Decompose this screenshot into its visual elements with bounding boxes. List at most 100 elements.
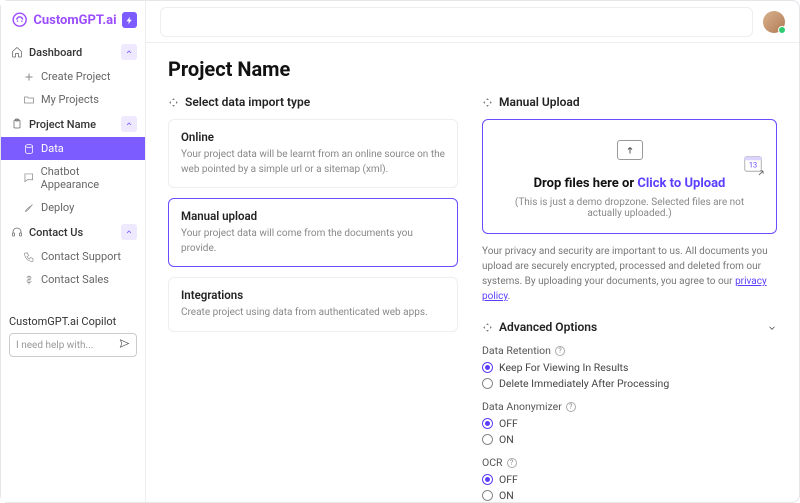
nav-group-project[interactable]: Project Name	[1, 111, 145, 137]
nav-item-contact-sales[interactable]: Contact Sales	[1, 268, 145, 291]
chevron-up-icon	[121, 44, 137, 60]
copilot-title: CustomGPT.ai Copilot	[9, 315, 137, 328]
topbar-search[interactable]	[160, 7, 753, 37]
privacy-text: Your privacy and security are important …	[482, 246, 768, 287]
main: Project Name Select data import type Onl…	[146, 1, 799, 502]
radio-ocr-off[interactable]: OFF	[482, 473, 777, 486]
nav-item-data[interactable]: Data	[1, 137, 145, 160]
radio-anonymizer-off[interactable]: OFF	[482, 417, 777, 430]
nav: Dashboard Create Project My Projects	[1, 39, 145, 291]
radio-icon	[482, 490, 493, 501]
lightning-icon[interactable]	[122, 12, 137, 28]
nav-item-chatbot-appearance[interactable]: Chatbot Appearance	[1, 160, 145, 196]
import-card-online[interactable]: Online Your project data will be learnt …	[168, 119, 458, 188]
help-icon[interactable]: ?	[555, 346, 565, 356]
import-card-manual-desc: Your project data will come from the doc…	[181, 227, 445, 256]
chevron-up-icon	[121, 116, 137, 132]
sidebar: CustomGPT.ai Dashboard Create Proje	[1, 1, 146, 502]
folder-icon	[23, 94, 35, 106]
nav-item-contact-sales-label: Contact Sales	[41, 273, 109, 286]
import-card-manual[interactable]: Manual upload Your project data will com…	[168, 198, 458, 267]
nav-item-contact-support[interactable]: Contact Support	[1, 245, 145, 268]
radio-retention-delete[interactable]: Delete Immediately After Processing	[482, 377, 777, 390]
upload-heading-text: Manual Upload	[499, 95, 580, 109]
radio-ocr-on[interactable]: ON	[482, 489, 777, 502]
page-title: Project Name	[146, 57, 799, 95]
content: Project Name Select data import type Onl…	[146, 43, 799, 502]
nav-group-dashboard[interactable]: Dashboard	[1, 39, 145, 65]
nav-item-contact-support-label: Contact Support	[41, 250, 121, 263]
import-type-column: Select data import type Online Your proj…	[168, 95, 458, 502]
radio-icon	[482, 378, 493, 389]
data-anonymizer-label: Data Anonymizer	[482, 400, 562, 413]
clipboard-icon	[11, 118, 23, 130]
radio-anonymizer-off-label: OFF	[499, 417, 518, 430]
dropzone[interactable]: Drop files here or Click to Upload (This…	[482, 119, 777, 234]
import-card-online-desc: Your project data will be learnt from an…	[181, 148, 445, 177]
nav-item-chatbot-appearance-label: Chatbot Appearance	[41, 165, 137, 191]
nav-item-my-projects-label: My Projects	[41, 93, 99, 106]
import-type-heading-text: Select data import type	[185, 95, 310, 109]
topbar	[146, 1, 799, 43]
nav-item-deploy[interactable]: Deploy	[1, 196, 145, 219]
radio-icon	[482, 434, 493, 445]
radio-anonymizer-on-label: ON	[499, 433, 514, 446]
home-icon	[11, 46, 23, 58]
radio-ocr-on-label: ON	[499, 489, 514, 502]
advanced-options-header[interactable]: Advanced Options	[482, 320, 777, 334]
import-card-online-title: Online	[181, 130, 445, 144]
nav-group-project-label: Project Name	[29, 118, 96, 131]
privacy-notice: Your privacy and security are important …	[482, 244, 777, 304]
help-icon[interactable]: ?	[566, 402, 576, 412]
drag-handle-icon	[482, 322, 493, 333]
dropzone-click-link[interactable]: Click to Upload	[637, 176, 725, 191]
plus-icon	[23, 71, 35, 83]
copilot-input[interactable]: I need help with...	[9, 333, 137, 357]
radio-icon	[482, 474, 493, 485]
nav-item-my-projects[interactable]: My Projects	[1, 88, 145, 111]
data-retention-group: Data Retention ? Keep For Viewing In Res…	[482, 344, 777, 390]
dropzone-note: (This is just a demo dropzone. Selected …	[497, 197, 762, 219]
nav-item-create-project[interactable]: Create Project	[1, 65, 145, 88]
dollar-icon	[23, 274, 35, 286]
import-card-integrations-desc: Create project using data from authentic…	[181, 306, 445, 321]
drag-handle-icon	[482, 97, 493, 108]
nav-item-data-label: Data	[41, 142, 64, 155]
radio-icon	[482, 362, 493, 373]
radio-retention-keep-label: Keep For Viewing In Results	[499, 361, 628, 374]
dropzone-title: Drop files here or Click to Upload	[497, 176, 762, 191]
help-icon[interactable]: ?	[507, 458, 517, 468]
radio-anonymizer-on[interactable]: ON	[482, 433, 777, 446]
nav-group-contact-label: Contact Us	[29, 226, 83, 239]
nav-item-create-project-label: Create Project	[41, 70, 110, 83]
import-card-integrations[interactable]: Integrations Create project using data f…	[168, 277, 458, 332]
nav-item-deploy-label: Deploy	[41, 201, 74, 214]
radio-retention-keep[interactable]: Keep For Viewing In Results	[482, 361, 777, 374]
upload-heading: Manual Upload	[482, 95, 777, 109]
radio-ocr-off-label: OFF	[499, 473, 518, 486]
ocr-group: OCR ? OFF ON	[482, 456, 777, 502]
rocket-icon	[23, 202, 35, 214]
import-type-heading: Select data import type	[168, 95, 458, 109]
database-icon	[23, 143, 35, 155]
send-icon[interactable]	[119, 338, 130, 352]
advanced-options-heading: Advanced Options	[499, 320, 597, 334]
avatar[interactable]	[763, 11, 785, 33]
data-anonymizer-group: Data Anonymizer ? OFF ON	[482, 400, 777, 446]
nav-group-dashboard-label: Dashboard	[29, 46, 82, 59]
calendar-icon: 13	[742, 152, 764, 174]
chevron-down-icon	[767, 322, 777, 332]
radio-icon	[482, 418, 493, 429]
copilot-section: CustomGPT.ai Copilot I need help with...	[1, 315, 145, 357]
import-card-integrations-title: Integrations	[181, 288, 445, 302]
copilot-placeholder: I need help with...	[16, 340, 93, 351]
phone-icon	[23, 251, 35, 263]
privacy-period: .	[508, 291, 511, 302]
chevron-up-icon	[121, 224, 137, 240]
ocr-label: OCR	[482, 456, 503, 469]
upload-column: Manual Upload Drop files here or Click t…	[482, 95, 777, 502]
nav-group-contact[interactable]: Contact Us	[1, 219, 145, 245]
brand[interactable]: CustomGPT.ai	[1, 1, 145, 39]
data-retention-label: Data Retention	[482, 344, 551, 357]
dropzone-text-prefix: Drop files here or	[534, 176, 638, 191]
